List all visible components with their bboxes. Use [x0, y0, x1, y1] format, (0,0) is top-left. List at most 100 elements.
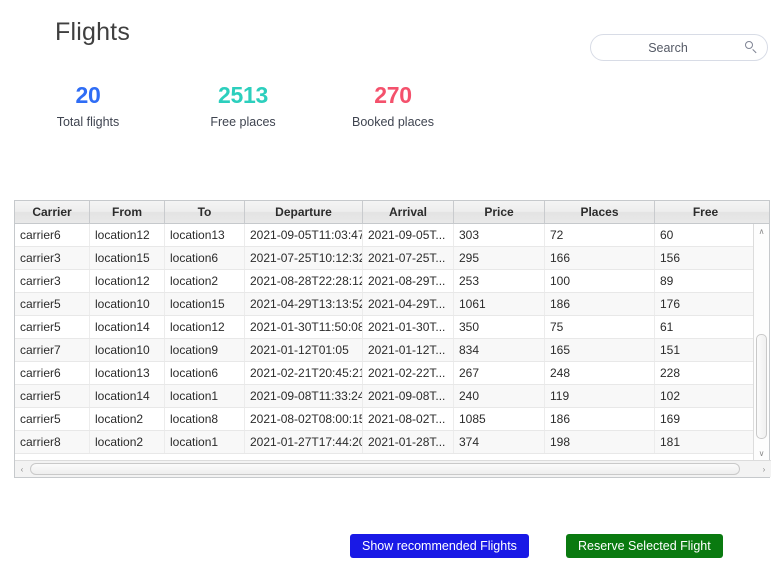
table-cell-carrier: carrier5: [15, 385, 90, 407]
table-row[interactable]: carrier6 location12 location13 2021-09-05T1…: [15, 224, 754, 247]
stat-total-flights: 20 Total flights: [28, 82, 148, 130]
table-cell-places: 165: [545, 339, 655, 361]
table-cell-price: 253: [454, 270, 545, 292]
reserve-selected-flight-button[interactable]: Reserve Selected Flight: [566, 534, 723, 558]
page-title: Flights: [55, 18, 131, 46]
horizontal-scrollbar-thumb[interactable]: [30, 463, 740, 475]
table-header-row: Carrier From To Departure Arrival Price …: [15, 201, 769, 224]
table-cell-free: 228: [660, 366, 681, 380]
table-row[interactable]: carrier5 location2 location8 2021-08-02T08:…: [15, 408, 754, 431]
table-cell-from: location12: [90, 270, 165, 292]
column-header-to[interactable]: To: [165, 201, 245, 223]
table-cell-from: location15: [90, 247, 165, 269]
table-cell-arrival: 2021-08-02T...: [363, 408, 454, 430]
table-cell-places: 186: [545, 408, 655, 430]
scroll-left-icon[interactable]: ‹: [15, 461, 29, 477]
column-header-carrier[interactable]: Carrier: [15, 201, 90, 223]
table-cell-from: location12: [90, 224, 165, 246]
table-cell-arrival: 2021-04-29T...: [363, 293, 454, 315]
table-cell-price: 1085: [454, 408, 545, 430]
table-cell-from: location10: [90, 339, 165, 361]
table-cell-arrival: 2021-07-25T...: [363, 247, 454, 269]
table-cell-departure: 2021-04-29T13:13:52: [245, 293, 363, 315]
stats-row: 20 Total flights 2513 Free places 270 Bo…: [55, 82, 525, 142]
table-cell-price: 240: [454, 385, 545, 407]
table-cell-departure: 2021-02-21T20:45:21: [245, 362, 363, 384]
table-cell-carrier: carrier5: [15, 408, 90, 430]
table-cell-to: location8: [165, 408, 245, 430]
flights-table: Carrier From To Departure Arrival Price …: [14, 200, 771, 478]
table-row[interactable]: carrier7 location10 location9 2021-01-12T01…: [15, 339, 754, 362]
stat-total-flights-value: 20: [75, 82, 101, 108]
table-cell-arrival: 2021-09-05T...: [363, 224, 454, 246]
table-cell-price: 303: [454, 224, 545, 246]
table-cell-free: 169: [660, 412, 681, 426]
table-cell-to: location6: [165, 362, 245, 384]
table-cell-arrival: 2021-08-29T...: [363, 270, 454, 292]
stat-total-flights-label: Total flights: [56, 115, 120, 129]
column-header-places[interactable]: Places: [545, 201, 655, 223]
table-cell-price: 350: [454, 316, 545, 338]
table-cell-from: location10: [90, 293, 165, 315]
table-cell-carrier: carrier6: [15, 362, 90, 384]
table-cell-from: location14: [90, 316, 165, 338]
table-cell-free: 151: [660, 343, 681, 357]
table-cell-arrival: 2021-09-08T...: [363, 385, 454, 407]
column-header-departure[interactable]: Departure: [245, 201, 363, 223]
table-cell-places: 248: [545, 362, 655, 384]
stat-free-places-value: 2513: [218, 82, 268, 108]
table-cell-carrier: carrier5: [15, 293, 90, 315]
table-cell-departure: 2021-01-12T01:05: [245, 339, 363, 361]
scroll-right-icon[interactable]: ›: [757, 461, 771, 477]
column-header-from[interactable]: From: [90, 201, 165, 223]
table-cell-arrival: 2021-01-12T...: [363, 339, 454, 361]
table-cell-carrier: carrier7: [15, 339, 90, 361]
table-cell-from: location13: [90, 362, 165, 384]
table-cell-to: location6: [165, 247, 245, 269]
vertical-scrollbar-thumb[interactable]: [756, 334, 767, 439]
stat-free-places: 2513 Free places: [183, 82, 303, 130]
table-cell-places: 198: [545, 431, 655, 453]
table-cell-carrier: carrier3: [15, 247, 90, 269]
table-cell-from: location14: [90, 385, 165, 407]
table-cell-places: 100: [545, 270, 655, 292]
table-cell-price: 374: [454, 431, 545, 453]
column-header-price[interactable]: Price: [454, 201, 545, 223]
table-cell-free: 102: [660, 389, 681, 403]
table-cell-places: 186: [545, 293, 655, 315]
table-cell-to: location2: [165, 270, 245, 292]
table-cell-arrival: 2021-01-28T...: [363, 431, 454, 453]
table-row[interactable]: carrier5 location14 location1 2021-09-08T11…: [15, 385, 754, 408]
search-input[interactable]: [593, 36, 743, 59]
table-row[interactable]: carrier8 location2 location1 2021-01-27T17:…: [15, 431, 754, 454]
stat-free-places-label: Free places: [210, 115, 276, 129]
table-cell-price: 1061: [454, 293, 545, 315]
table-cell-departure: 2021-08-02T08:00:15: [245, 408, 363, 430]
table-body: carrier6 location12 location13 2021-09-05T1…: [15, 224, 754, 454]
horizontal-scrollbar[interactable]: ‹ ›: [15, 460, 771, 477]
table-cell-free: 176: [660, 297, 681, 311]
vertical-scrollbar[interactable]: ∧ ∨: [753, 224, 769, 462]
table-cell-to: location1: [165, 385, 245, 407]
column-header-arrival[interactable]: Arrival: [363, 201, 454, 223]
table-cell-price: 295: [454, 247, 545, 269]
table-cell-to: location15: [165, 293, 245, 315]
scroll-up-icon[interactable]: ∧: [754, 224, 769, 240]
table-cell-departure: 2021-09-08T11:33:24: [245, 385, 363, 407]
show-recommended-flights-button[interactable]: Show recommended Flights: [350, 534, 529, 558]
table-cell-arrival: 2021-01-30T...: [363, 316, 454, 338]
search-icon: [745, 41, 758, 54]
column-header-free[interactable]: Free: [655, 201, 756, 223]
table-cell-to: location12: [165, 316, 245, 338]
table-cell-departure: 2021-01-30T11:50:08: [245, 316, 363, 338]
search-box[interactable]: [590, 34, 768, 61]
table-row[interactable]: carrier5 location10 location15 2021-04-29T1…: [15, 293, 754, 316]
table-cell-places: 119: [545, 385, 655, 407]
table-cell-to: location1: [165, 431, 245, 453]
table-row[interactable]: carrier3 location12 location2 2021-08-28T22…: [15, 270, 754, 293]
table-cell-carrier: carrier8: [15, 431, 90, 453]
table-row[interactable]: carrier3 location15 location6 2021-07-25T10…: [15, 247, 754, 270]
table-row[interactable]: carrier5 location14 location12 2021-01-30T1…: [15, 316, 754, 339]
table-cell-places: 75: [545, 316, 655, 338]
table-row[interactable]: carrier6 location13 location6 2021-02-21T20…: [15, 362, 754, 385]
